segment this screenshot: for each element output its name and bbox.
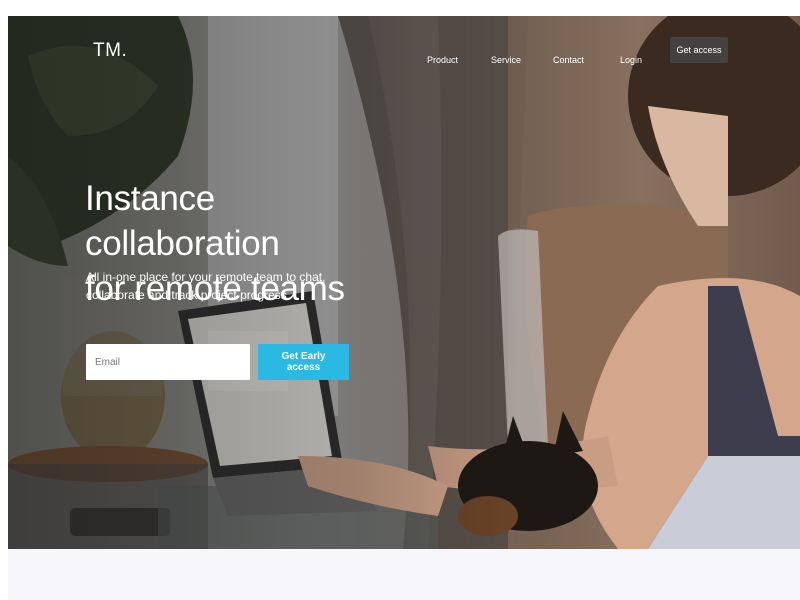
nav-link-service[interactable]: Service	[491, 50, 521, 70]
get-access-button[interactable]: Get access	[670, 37, 728, 63]
nav-link-login[interactable]: Login	[620, 50, 642, 70]
hero-subtitle: All in-one place for your remote team to…	[86, 268, 336, 304]
email-field[interactable]	[86, 344, 250, 380]
get-early-access-button[interactable]: Get Early access	[258, 344, 349, 380]
hero-subtitle-line-2: collaborate and track project progress	[86, 288, 287, 302]
hero-section: TM. Product Service Contact Login Get ac…	[8, 16, 800, 549]
nav-link-product[interactable]: Product	[427, 50, 458, 70]
hero-subtitle-line-1: All in-one place for your remote team to…	[86, 270, 326, 284]
hero-title-line-1: Instance collaboration	[85, 179, 280, 263]
landing-page: TM. Product Service Contact Login Get ac…	[0, 0, 800, 600]
nav-link-contact[interactable]: Contact	[553, 50, 584, 70]
below-hero-section	[8, 549, 800, 600]
